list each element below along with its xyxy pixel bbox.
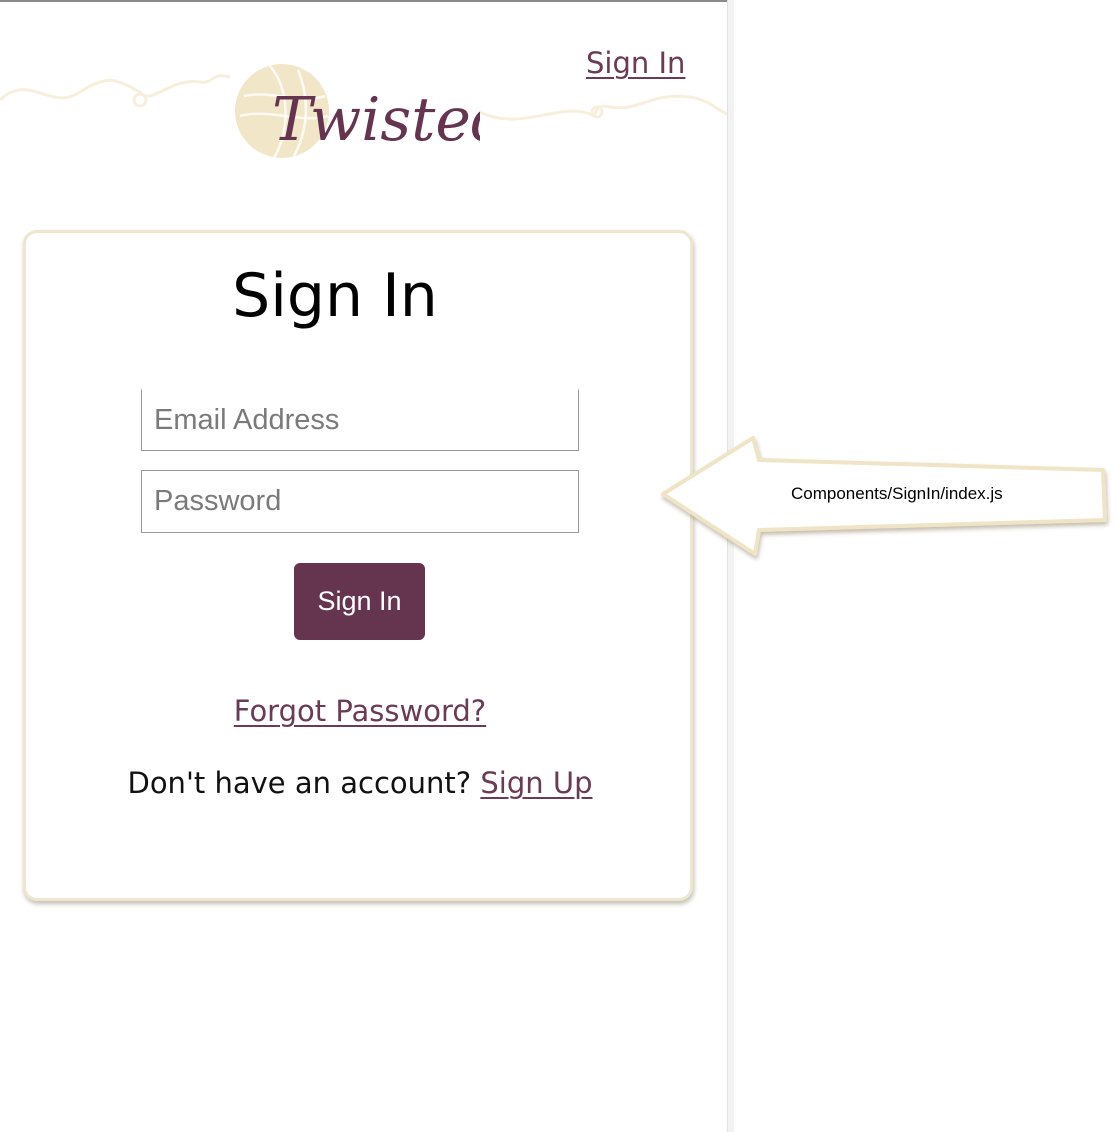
forgot-password-link[interactable]: Forgot Password? [0,694,720,728]
email-field[interactable] [141,389,579,451]
twisted-logo[interactable]: Twisted [230,60,480,164]
signup-prompt-row: Don't have an account? Sign Up [0,766,720,800]
screenshot-canvas: Twisted Sign In Sign In Sign In Forgot P… [0,0,1117,1132]
signup-prompt-text: Don't have an account? [127,766,481,800]
annotation-label: Components/SignIn/index.js [791,484,1003,503]
password-field[interactable] [141,470,579,533]
svg-text:Twisted: Twisted [272,85,480,155]
page-title: Sign In [232,261,438,331]
signin-button[interactable]: Sign In [294,563,425,640]
app-viewport: Twisted Sign In Sign In Sign In Forgot P… [0,0,727,1132]
signup-link[interactable]: Sign Up [480,766,592,800]
nav-signin-link[interactable]: Sign In [586,46,685,80]
viewport-edge [727,0,734,1132]
